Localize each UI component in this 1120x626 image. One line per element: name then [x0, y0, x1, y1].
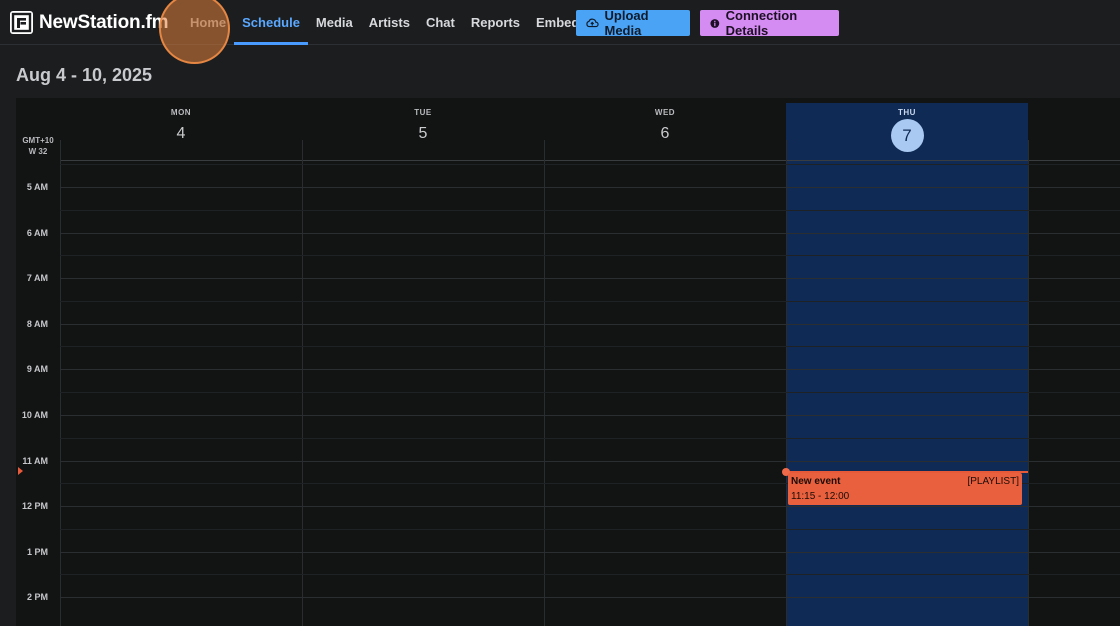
nav-artists[interactable]: Artists [361, 0, 418, 45]
info-icon [710, 18, 720, 28]
day-header-thu[interactable]: THU 7 [786, 98, 1028, 152]
current-time-marker [18, 467, 23, 475]
column-divider [786, 140, 787, 626]
upload-media-button[interactable]: Upload Media [576, 8, 690, 38]
half-hour-line [60, 392, 1120, 393]
week-number: W 32 [28, 147, 48, 156]
half-hour-line [60, 346, 1120, 347]
nav-artists-label: Artists [368, 15, 410, 30]
day-name: TUE [414, 108, 432, 117]
event-time: 11:15 - 12:00 [791, 491, 850, 502]
nav-chat-label: Chat [425, 15, 455, 30]
hour-label: 11 AM [22, 456, 48, 466]
day-header-mon[interactable]: MON 4 [60, 98, 302, 145]
half-hour-line [60, 529, 1120, 530]
hour-line [60, 233, 1120, 234]
day-name: THU [898, 108, 916, 117]
nav-reports[interactable]: Reports [463, 0, 528, 45]
logo-icon [10, 11, 33, 34]
app-name: NewStation.fm [39, 11, 169, 33]
nav-schedule-label: Schedule [242, 15, 300, 30]
half-hour-line [60, 438, 1120, 439]
day-number: 7 [902, 125, 912, 145]
day-number: 6 [660, 125, 670, 142]
column-divider [544, 140, 545, 626]
half-hour-line [60, 210, 1120, 211]
main-nav: Home Schedule Media Artists Chat Reports… [182, 0, 595, 45]
nav-home[interactable]: Home [182, 0, 234, 45]
hour-line [60, 278, 1120, 279]
top-navigation: NewStation.fm Home Schedule Media Artist… [0, 0, 1120, 45]
connection-details-label: Connection Details [725, 8, 798, 38]
half-hour-line [60, 574, 1120, 575]
column-divider [60, 140, 61, 626]
today-date-circle: 7 [890, 119, 924, 152]
today-column [786, 103, 1028, 626]
upload-media-label: Upload Media [604, 8, 649, 38]
hour-line [60, 187, 1120, 188]
day-number: 4 [176, 125, 186, 142]
event-type-tag: [PLAYLIST] [967, 476, 1019, 487]
hour-label: 7 AM [26, 273, 48, 283]
timezone-label: GMT+10 W 32 [16, 135, 60, 157]
hour-label: 1 PM [26, 547, 48, 557]
nav-media[interactable]: Media [308, 0, 361, 45]
week-title: Aug 4 - 10, 2025 [16, 65, 153, 85]
hour-line [60, 597, 1120, 598]
day-name: WED [654, 108, 676, 117]
connection-details-button[interactable]: Connection Details [700, 8, 839, 38]
calendar-header: GMT+10 W 32 MON 4 TUE 5 WED 6 THU 7 [16, 98, 1120, 160]
nav-reports-label: Reports [470, 15, 520, 30]
hour-line [60, 552, 1120, 553]
day-header-wed[interactable]: WED 6 [544, 98, 786, 145]
hour-label: 2 PM [26, 592, 48, 602]
hour-label: 12 PM [21, 501, 48, 511]
column-divider [1028, 140, 1029, 626]
timezone: GMT+10 [22, 136, 54, 145]
logo[interactable]: NewStation.fm [10, 11, 169, 34]
half-hour-line [60, 301, 1120, 302]
hour-line [60, 506, 1120, 507]
half-hour-line [60, 164, 1120, 165]
cloud-upload-icon [586, 18, 599, 28]
week-calendar[interactable]: GMT+10 W 32 MON 4 TUE 5 WED 6 THU 7 5 AM… [16, 98, 1120, 626]
nav-chat[interactable]: Chat [418, 0, 463, 45]
calendar-event[interactable]: New event 11:15 - 12:00 [PLAYLIST] [788, 473, 1022, 505]
hour-label: 10 AM [21, 410, 48, 420]
day-number: 5 [418, 125, 428, 142]
hour-label: 5 AM [26, 182, 48, 192]
hour-line [60, 369, 1120, 370]
hour-line [60, 461, 1120, 462]
hour-line [60, 415, 1120, 416]
hour-label: 8 AM [26, 319, 48, 329]
hour-label: 6 AM [26, 228, 48, 238]
nav-media-label: Media [315, 15, 353, 30]
day-name: MON [170, 108, 192, 117]
nav-schedule[interactable]: Schedule [234, 0, 308, 45]
column-divider [302, 140, 303, 626]
hour-line [60, 324, 1120, 325]
hour-label: 9 AM [26, 364, 48, 374]
day-header-tue[interactable]: TUE 5 [302, 98, 544, 145]
half-hour-line [60, 255, 1120, 256]
nav-home-label: Home [190, 15, 227, 30]
header-divider [60, 160, 1120, 161]
